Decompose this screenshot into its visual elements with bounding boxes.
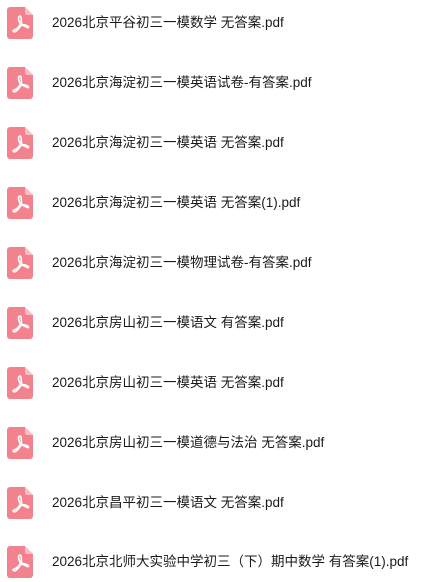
- file-name[interactable]: 2026北京平谷初三一模数学 无答案.pdf: [52, 14, 284, 32]
- file-row[interactable]: 2026北京海淀初三一模英语试卷-有答案.pdf: [0, 63, 444, 103]
- file-name[interactable]: 2026北京海淀初三一模英语试卷-有答案.pdf: [52, 74, 312, 92]
- file-name[interactable]: 2026北京房山初三一模英语 无答案.pdf: [52, 374, 284, 392]
- pdf-file-icon: [7, 127, 33, 159]
- file-list: 2026北京平谷初三一模数学 无答案.pdf 2026北京海淀初三一模英语试卷-…: [0, 0, 444, 582]
- pdf-file-icon: [7, 546, 33, 578]
- file-name[interactable]: 2026北京海淀初三一模英语 无答案(1).pdf: [52, 194, 300, 212]
- file-name[interactable]: 2026北京房山初三一模语文 有答案.pdf: [52, 314, 284, 332]
- file-name[interactable]: 2026北京昌平初三一模语文 无答案.pdf: [52, 494, 284, 512]
- file-name[interactable]: 2026北京海淀初三一模物理试卷-有答案.pdf: [52, 254, 312, 272]
- pdf-file-icon: [7, 247, 33, 279]
- file-name[interactable]: 2026北京房山初三一模道德与法治 无答案.pdf: [52, 434, 324, 452]
- pdf-file-icon: [7, 367, 33, 399]
- file-row[interactable]: 2026北京海淀初三一模物理试卷-有答案.pdf: [0, 243, 444, 283]
- file-row[interactable]: 2026北京房山初三一模语文 有答案.pdf: [0, 303, 444, 343]
- pdf-file-icon: [7, 307, 33, 339]
- pdf-file-icon: [7, 7, 33, 39]
- pdf-file-icon: [7, 67, 33, 99]
- file-name[interactable]: 2026北京北师大实验中学初三（下）期中数学 有答案(1).pdf: [52, 553, 408, 571]
- file-name[interactable]: 2026北京海淀初三一模英语 无答案.pdf: [52, 134, 284, 152]
- file-row[interactable]: 2026北京海淀初三一模英语 无答案.pdf: [0, 123, 444, 163]
- file-row[interactable]: 2026北京北师大实验中学初三（下）期中数学 有答案(1).pdf: [0, 542, 444, 582]
- file-row[interactable]: 2026北京昌平初三一模语文 无答案.pdf: [0, 483, 444, 523]
- pdf-file-icon: [7, 487, 33, 519]
- file-row[interactable]: 2026北京平谷初三一模数学 无答案.pdf: [0, 3, 444, 43]
- file-row[interactable]: 2026北京房山初三一模道德与法治 无答案.pdf: [0, 423, 444, 463]
- file-row[interactable]: 2026北京房山初三一模英语 无答案.pdf: [0, 363, 444, 403]
- pdf-file-icon: [7, 187, 33, 219]
- pdf-file-icon: [7, 427, 33, 459]
- file-row[interactable]: 2026北京海淀初三一模英语 无答案(1).pdf: [0, 183, 444, 223]
